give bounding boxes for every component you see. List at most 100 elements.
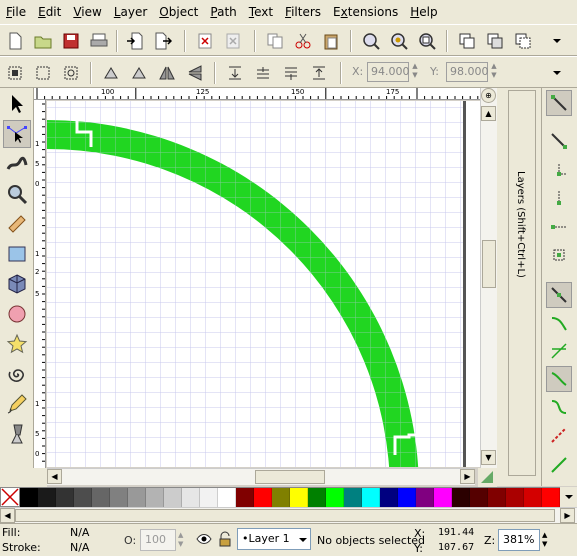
- color-swatch[interactable]: [452, 488, 470, 508]
- color-swatch[interactable]: [272, 488, 290, 508]
- color-swatch[interactable]: [74, 488, 92, 508]
- select-all-icon[interactable]: [4, 62, 26, 84]
- duplicate-icon[interactable]: [456, 30, 478, 52]
- horizontal-scroll-thumb[interactable]: [255, 470, 325, 484]
- drawing-canvas[interactable]: [47, 101, 463, 467]
- layers-dock-tab[interactable]: Layers (Shift+Ctrl+L): [508, 90, 536, 476]
- pen-tool-icon[interactable]: [3, 420, 31, 448]
- raise-icon[interactable]: [252, 62, 274, 84]
- snap-guides-icon[interactable]: [546, 422, 572, 448]
- copy-icon[interactable]: [264, 30, 286, 52]
- color-swatch[interactable]: [200, 488, 218, 508]
- menu-filters[interactable]: Filters: [279, 5, 327, 19]
- zoom-field[interactable]: 381%: [498, 529, 540, 551]
- zoom-drawing-icon[interactable]: [388, 30, 410, 52]
- color-swatch[interactable]: [506, 488, 524, 508]
- snap-centers-icon[interactable]: [546, 242, 572, 268]
- color-swatch[interactable]: [470, 488, 488, 508]
- x-spin[interactable]: ▲ ▼: [409, 62, 421, 82]
- print-icon[interactable]: [88, 30, 110, 52]
- color-swatch[interactable]: [182, 488, 200, 508]
- palette-scroll-right[interactable]: ▶: [560, 508, 575, 523]
- rotate-cw-icon[interactable]: [128, 62, 150, 84]
- clone-icon[interactable]: [484, 30, 506, 52]
- zoom-corner-icon[interactable]: ⊕: [481, 88, 496, 103]
- snap-bbox-corners-icon[interactable]: [546, 186, 572, 212]
- color-swatch[interactable]: [434, 488, 452, 508]
- menu-extensions[interactable]: Extensions: [327, 5, 404, 19]
- menu-path[interactable]: Path: [204, 5, 242, 19]
- new-document-icon[interactable]: [4, 30, 26, 52]
- color-swatch[interactable]: [236, 488, 254, 508]
- raise-to-top-icon[interactable]: [308, 62, 330, 84]
- undo-icon[interactable]: [194, 30, 216, 52]
- menu-edit[interactable]: Edit: [32, 5, 67, 19]
- scroll-down-arrow[interactable]: ▼: [481, 450, 496, 465]
- palette-scrollbar[interactable]: ◀ ▶: [0, 507, 577, 523]
- menu-object[interactable]: Object: [153, 5, 204, 19]
- snap-page-icon[interactable]: [546, 452, 572, 478]
- color-swatch[interactable]: [128, 488, 146, 508]
- palette-scroll-left[interactable]: ◀: [0, 508, 15, 523]
- color-swatch[interactable]: [290, 488, 308, 508]
- cms-toggle-icon[interactable]: [479, 469, 495, 485]
- select-all-layers-icon[interactable]: [32, 62, 54, 84]
- chevron-down-icon[interactable]: [546, 62, 568, 84]
- star-tool-icon[interactable]: [3, 330, 31, 358]
- color-swatch[interactable]: [38, 488, 56, 508]
- vertical-scroll-thumb[interactable]: [482, 240, 496, 288]
- zoom-spin[interactable]: ▲ ▼: [542, 531, 547, 549]
- menu-view[interactable]: View: [67, 5, 107, 19]
- color-swatch[interactable]: [416, 488, 434, 508]
- tweak-tool-icon[interactable]: [3, 150, 31, 178]
- color-swatch[interactable]: [488, 488, 506, 508]
- menu-help[interactable]: Help: [404, 5, 443, 19]
- opacity-field[interactable]: 100: [140, 529, 176, 551]
- color-swatch[interactable]: [218, 488, 236, 508]
- spiral-tool-icon[interactable]: [3, 360, 31, 388]
- save-icon[interactable]: [60, 30, 82, 52]
- color-swatch[interactable]: [308, 488, 326, 508]
- snap-nodes-icon[interactable]: [546, 282, 572, 308]
- snap-enable-icon[interactable]: [546, 90, 572, 116]
- color-swatch[interactable]: [146, 488, 164, 508]
- color-swatch[interactable]: [20, 488, 38, 508]
- color-swatch[interactable]: [164, 488, 182, 508]
- scroll-up-arrow[interactable]: ▲: [481, 106, 496, 121]
- color-swatch[interactable]: [326, 488, 344, 508]
- zoom-page-icon[interactable]: [416, 30, 438, 52]
- palette-menu-icon[interactable]: [560, 487, 577, 507]
- pencil-tool-icon[interactable]: [3, 390, 31, 418]
- deselect-icon[interactable]: [60, 62, 82, 84]
- lock-icon[interactable]: [218, 531, 232, 550]
- color-swatch[interactable]: [56, 488, 74, 508]
- 3d-box-tool-icon[interactable]: [3, 270, 31, 298]
- color-swatch[interactable]: [524, 488, 542, 508]
- selector-tool-icon[interactable]: [3, 90, 31, 118]
- eye-icon[interactable]: [196, 531, 212, 550]
- paste-icon[interactable]: [320, 30, 342, 52]
- ellipse-tool-icon[interactable]: [3, 300, 31, 328]
- snap-paths-icon[interactable]: [546, 310, 572, 336]
- color-swatch[interactable]: [254, 488, 272, 508]
- color-swatch[interactable]: [362, 488, 380, 508]
- color-swatch[interactable]: [344, 488, 362, 508]
- color-swatch[interactable]: [92, 488, 110, 508]
- scroll-right-arrow[interactable]: ▶: [460, 469, 475, 484]
- rectangle-tool-icon[interactable]: [3, 240, 31, 268]
- menu-text[interactable]: Text: [243, 5, 279, 19]
- snap-bbox-icon[interactable]: [546, 128, 572, 154]
- menu-file[interactable]: File: [0, 5, 32, 19]
- color-swatch[interactable]: [398, 488, 416, 508]
- x-field[interactable]: 94.000: [367, 62, 410, 82]
- open-folder-icon[interactable]: [32, 30, 54, 52]
- fill-value[interactable]: N/A: [70, 526, 89, 539]
- no-paint-swatch[interactable]: [0, 487, 20, 507]
- redo-icon[interactable]: [222, 30, 244, 52]
- lower-icon[interactable]: [280, 62, 302, 84]
- snap-bbox-edges-icon[interactable]: [546, 158, 572, 184]
- current-layer-select[interactable]: •Layer 1: [237, 528, 311, 550]
- zoom-tool-icon[interactable]: [3, 180, 31, 208]
- color-swatch[interactable]: [380, 488, 398, 508]
- scroll-left-arrow[interactable]: ◀: [47, 469, 62, 484]
